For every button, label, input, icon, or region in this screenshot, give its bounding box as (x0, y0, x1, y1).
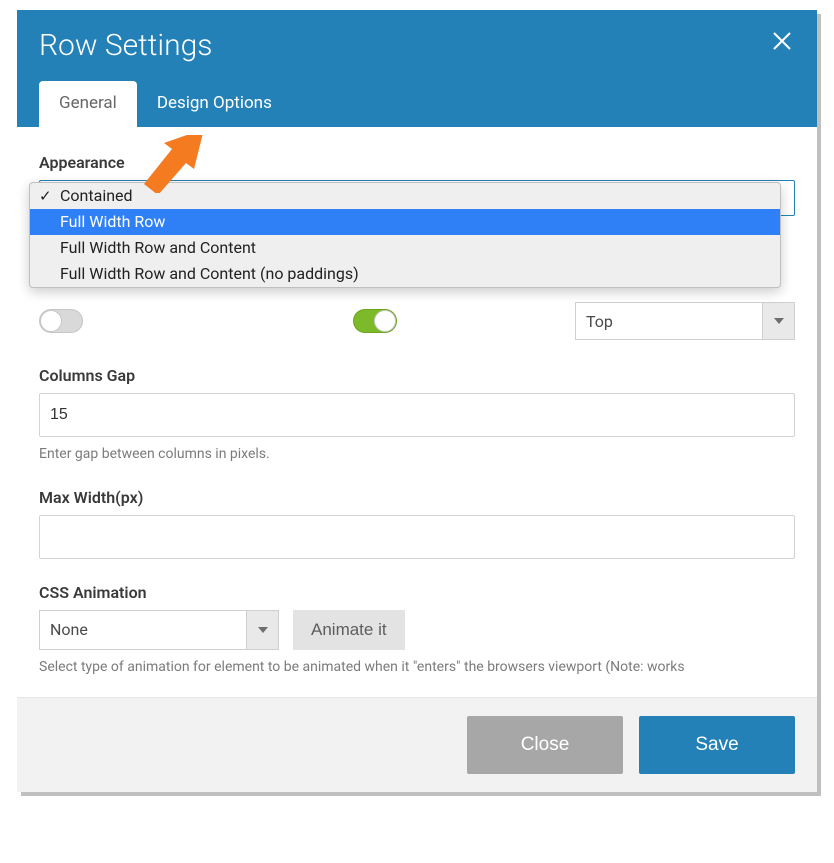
css-animation-value: None (40, 611, 246, 649)
chevron-down-icon (762, 303, 794, 339)
css-animation-select[interactable]: None (39, 610, 279, 650)
appearance-option-full-width-row-content[interactable]: Full Width Row and Content (30, 235, 780, 261)
css-animation-label: CSS Animation (39, 583, 795, 602)
css-animation-help: Select type of animation for element to … (39, 658, 795, 677)
modal-body: Appearance Contained Full Width Row Full… (17, 127, 817, 697)
appearance-dropdown[interactable]: Contained Full Width Row Full Width Row … (29, 182, 781, 288)
columns-gap-help: Enter gap between columns in pixels. (39, 445, 795, 464)
tab-general[interactable]: General (39, 81, 137, 127)
row-settings-modal: Row Settings General Design Options Appe… (17, 10, 817, 792)
modal-header: Row Settings General Design Options (17, 10, 817, 127)
position-select[interactable]: Top (575, 302, 795, 340)
modal-footer: Close Save (17, 697, 817, 792)
chevron-down-icon (246, 611, 278, 649)
columns-gap-label: Columns Gap (39, 366, 795, 385)
position-select-value: Top (576, 303, 762, 339)
max-width-section: Max Width(px) (39, 488, 795, 559)
columns-gap-section: Columns Gap Enter gap between columns in… (39, 366, 795, 464)
tabs: General Design Options (39, 81, 795, 127)
animate-it-button[interactable]: Animate it (293, 610, 405, 650)
toggles-row: Top (39, 302, 795, 340)
modal-title: Row Settings (39, 28, 795, 63)
appearance-option-full-width-row[interactable]: Full Width Row (30, 209, 780, 235)
close-icon[interactable] (765, 24, 799, 58)
max-width-label: Max Width(px) (39, 488, 795, 507)
max-width-input[interactable] (39, 515, 795, 559)
save-button[interactable]: Save (639, 716, 795, 774)
toggle-1[interactable] (39, 309, 83, 333)
appearance-option-full-width-row-content-nopad[interactable]: Full Width Row and Content (no paddings) (30, 261, 780, 287)
close-button[interactable]: Close (467, 716, 623, 774)
appearance-option-contained[interactable]: Contained (30, 183, 780, 209)
toggle-2[interactable] (353, 309, 397, 333)
appearance-label: Appearance (39, 153, 795, 172)
tab-design-options[interactable]: Design Options (137, 81, 292, 127)
columns-gap-input[interactable] (39, 393, 795, 437)
css-animation-section: CSS Animation None Animate it Select typ… (39, 583, 795, 677)
